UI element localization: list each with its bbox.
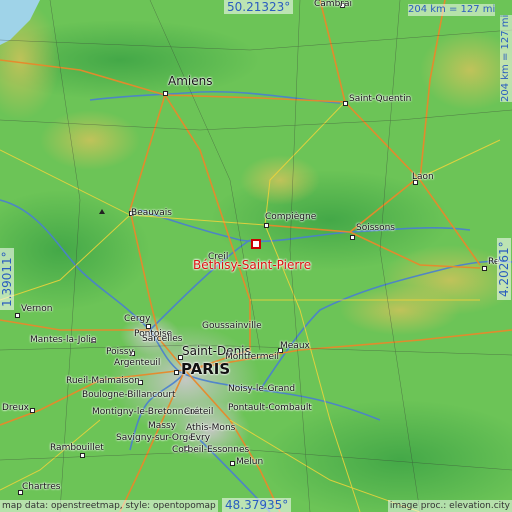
place-label-compiegne: Compiègne [265, 212, 317, 222]
place-label-evry: Evry [190, 433, 211, 443]
place-label-argenteuil: Argenteuil [114, 358, 161, 368]
vertical-scale: 204 km = 127 mi [500, 14, 512, 102]
place-label-creteil: Créteil [184, 407, 214, 417]
place-label-rueil: Rueil-Malmaison [66, 376, 140, 386]
place-label-pontault: Pontault-Combault [228, 403, 312, 413]
place-label-chartres: Chartres [22, 482, 61, 492]
place-label-vernon: Vernon [21, 304, 53, 314]
place-label-massy: Massy [148, 421, 176, 431]
compiegne-marker [264, 223, 269, 228]
east-coordinate: 4.20261° [497, 238, 511, 300]
place-label-athis: Athis-Mons [186, 423, 236, 433]
place-label-noisy: Noisy-le-Grand [228, 384, 296, 394]
place-label-soissons: Soissons [356, 223, 395, 233]
place-label-mantes: Mantes-la-Jolie [30, 335, 97, 345]
terrain-map-background [0, 0, 512, 512]
place-label-corbeil: Corbeil-Essonnes [172, 445, 250, 455]
place-label-rambouillet: Rambouillet [50, 443, 104, 453]
place-label-paris: PARIS [181, 360, 231, 378]
north-coordinate: 50.21323° [224, 0, 294, 14]
place-label-meaux: Meaux [280, 341, 310, 351]
saint-quentin-marker [343, 101, 348, 106]
place-label-cambrai: Cambrai [314, 0, 352, 9]
melun-marker [230, 461, 235, 466]
place-label-poissy: Poissy [106, 347, 134, 357]
amiens-marker [163, 91, 168, 96]
west-coordinate: 1.39011° [0, 248, 14, 310]
attribution-bar: map data: openstreetmap, style: opentopo… [0, 500, 512, 512]
map[interactable]: Cambrai Amiens Saint-Quentin Laon Beauva… [0, 0, 512, 512]
place-label-melun: Melun [236, 457, 264, 467]
paris-marker [174, 370, 179, 375]
place-label-sarcelles: Sarcelles [142, 334, 183, 344]
place-label-cergy: Cergy [124, 314, 151, 324]
place-label-savigny: Savigny-sur-Orge [116, 433, 194, 443]
focus-location-label: Béthisy-Saint-Pierre [193, 258, 312, 272]
place-label-boulogne: Boulogne-Billancourt [82, 390, 176, 400]
place-label-amiens: Amiens [168, 74, 213, 88]
vernon-marker [15, 313, 20, 318]
place-label-laon: Laon [412, 172, 434, 182]
place-label-saint-quentin: Saint-Quentin [349, 94, 412, 104]
map-data-attribution: map data: openstreetmap, style: opentopo… [0, 500, 218, 512]
reims-marker [482, 266, 487, 271]
soissons-marker [350, 235, 355, 240]
dreux-marker [30, 408, 35, 413]
image-processing-attribution: image proc.: elevation.city [387, 500, 512, 512]
place-label-goussainville: Goussainville [202, 321, 262, 331]
horizontal-scale: 204 km = 127 mi [408, 4, 496, 16]
focus-location-marker[interactable] [251, 239, 261, 249]
peak-icon [99, 209, 105, 214]
place-label-montfermeil: Montfermeil [225, 352, 280, 362]
place-label-beauvais: Beauvais [131, 208, 172, 218]
rambouillet-marker [80, 453, 85, 458]
place-label-dreux: Dreux [2, 403, 29, 413]
